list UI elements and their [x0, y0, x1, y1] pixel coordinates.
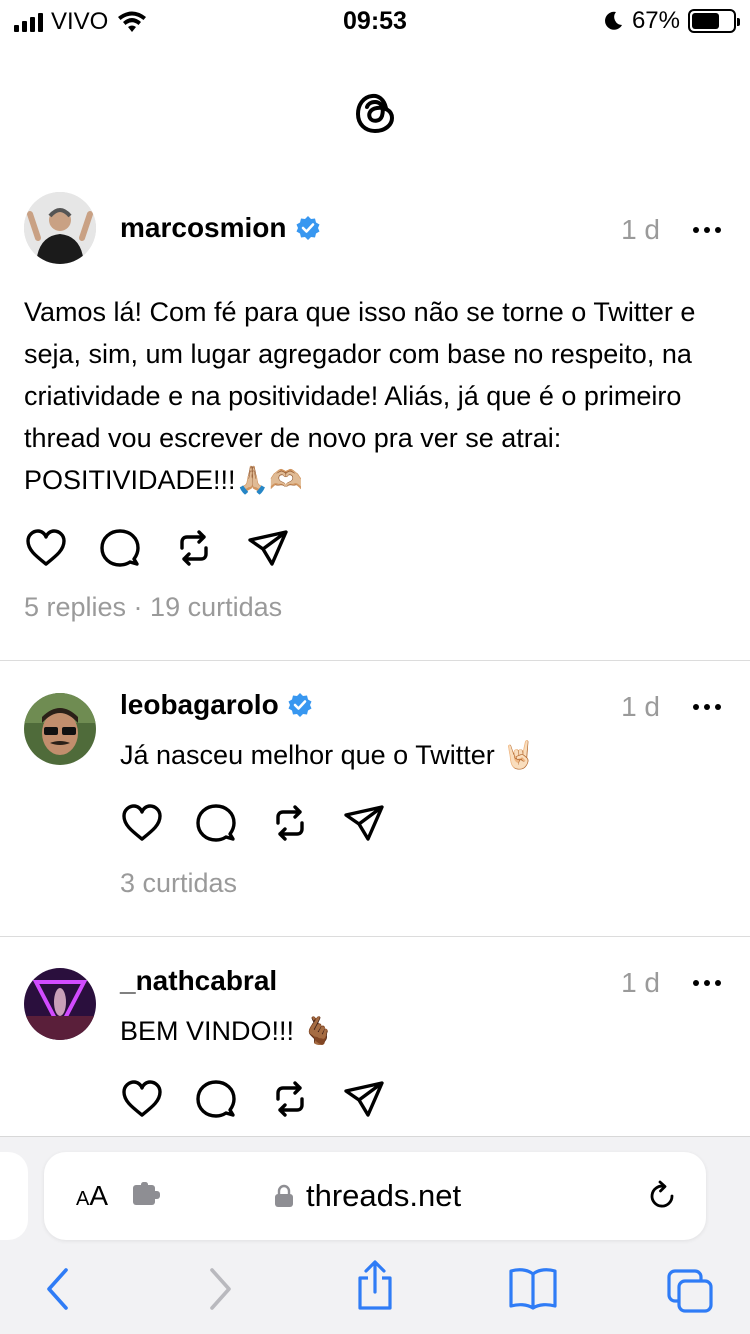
- post-text: Vamos lá! Com fé para que isso não se to…: [24, 297, 696, 495]
- url-text[interactable]: threads.net: [306, 1178, 461, 1214]
- action-bar: [120, 801, 386, 845]
- battery-percent: 67%: [631, 7, 680, 34]
- moon-icon: [605, 11, 622, 30]
- post-time: 1 d: [621, 967, 660, 998]
- avatar[interactable]: [24, 192, 96, 264]
- reply-icon[interactable]: [98, 526, 142, 570]
- repost-icon[interactable]: [172, 526, 216, 570]
- reply-icon[interactable]: [194, 1077, 238, 1121]
- status-bar: VIVO 09:53 67%: [0, 0, 750, 40]
- post-time: 1 d: [621, 691, 660, 722]
- username-label[interactable]: _nathcabral: [120, 965, 277, 997]
- post-time: 1 d: [621, 214, 660, 245]
- username-label[interactable]: marcosmion: [120, 212, 287, 244]
- avatar[interactable]: [24, 968, 96, 1040]
- post-marcosmion[interactable]: marcosmion 1 d Vamos lá! Com fé para que…: [0, 190, 750, 660]
- text-size-button[interactable]: AA: [76, 1180, 108, 1212]
- like-icon[interactable]: [24, 526, 68, 570]
- post-stats[interactable]: 3 curtidas: [120, 868, 237, 899]
- battery-fill: [692, 13, 719, 29]
- like-icon[interactable]: [120, 1077, 164, 1121]
- post-text: BEM VINDO!!! 🫰🏾: [120, 1016, 336, 1046]
- action-bar: [120, 1077, 386, 1121]
- username[interactable]: marcosmion: [120, 212, 321, 244]
- username[interactable]: leobagarolo: [120, 689, 313, 721]
- post-stats[interactable]: 5 replies · 19 curtidas: [24, 592, 282, 623]
- post-text: Já nasceu melhor que o Twitter 🤘🏻: [120, 740, 536, 770]
- repost-icon[interactable]: [268, 801, 312, 845]
- more-options-icon[interactable]: [692, 703, 722, 711]
- verified-badge-icon: [296, 216, 319, 240]
- back-icon[interactable]: [44, 1266, 72, 1312]
- share-icon[interactable]: [246, 526, 290, 570]
- lock-icon: [275, 1184, 293, 1207]
- url-display[interactable]: threads.net: [274, 1178, 461, 1214]
- repost-icon[interactable]: [268, 1077, 312, 1121]
- more-options-icon[interactable]: [692, 226, 722, 234]
- threads-logo-icon[interactable]: [353, 90, 399, 136]
- share-icon[interactable]: [354, 1260, 396, 1312]
- extension-icon[interactable]: [132, 1182, 164, 1208]
- reload-icon[interactable]: [644, 1178, 680, 1214]
- battery-icon: [688, 9, 740, 33]
- previous-tab-edge[interactable]: [0, 1152, 28, 1240]
- avatar[interactable]: [24, 693, 96, 765]
- status-right: 67%: [602, 7, 740, 35]
- post-nathcabral[interactable]: _nathcabral 1 d BEM VINDO!!! 🫰🏾: [0, 936, 750, 1136]
- browser-nav-bar: [0, 1260, 750, 1316]
- tabs-icon[interactable]: [666, 1268, 714, 1314]
- like-icon[interactable]: [120, 801, 164, 845]
- more-options-icon[interactable]: [692, 979, 722, 987]
- username[interactable]: _nathcabral: [120, 965, 277, 997]
- username-label[interactable]: leobagarolo: [120, 689, 279, 721]
- post-leobagarolo[interactable]: leobagarolo 1 d Já nasceu melhor que o T…: [0, 660, 750, 936]
- address-bar[interactable]: AA threads.net: [44, 1152, 706, 1240]
- action-bar: [24, 526, 290, 570]
- share-icon[interactable]: [342, 801, 386, 845]
- reply-icon[interactable]: [194, 801, 238, 845]
- forward-icon[interactable]: [206, 1266, 234, 1312]
- bookmarks-icon[interactable]: [508, 1266, 558, 1310]
- verified-badge-icon: [288, 693, 312, 717]
- share-icon[interactable]: [342, 1077, 386, 1121]
